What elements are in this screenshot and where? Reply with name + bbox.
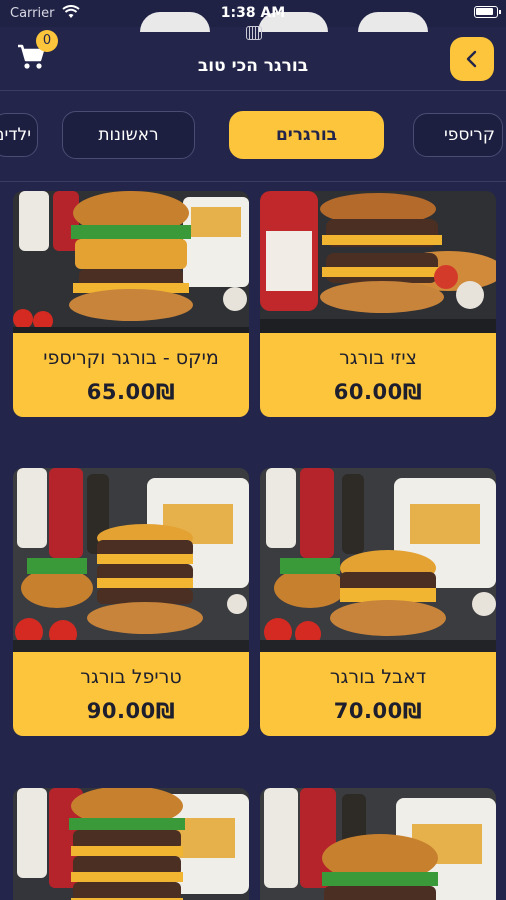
product-name: דאבל בורגר bbox=[329, 666, 427, 688]
product-price: 70.00₪ bbox=[333, 699, 423, 723]
product-card[interactable]: דאבל בורגר 70.00₪ bbox=[260, 468, 496, 736]
product-photo bbox=[13, 191, 249, 333]
product-name: טריפל בורגר bbox=[80, 666, 182, 688]
product-photo bbox=[260, 191, 496, 333]
product-photo bbox=[13, 788, 249, 900]
tab-label: ילדים bbox=[0, 125, 31, 145]
product-photo bbox=[13, 468, 249, 652]
product-photo bbox=[260, 788, 496, 900]
status-time: 1:38 AM bbox=[220, 5, 286, 21]
product-card[interactable]: ציזי בורגר 60.00₪ bbox=[260, 191, 496, 417]
tab-label: קריספי bbox=[444, 125, 495, 145]
product-card[interactable] bbox=[260, 788, 496, 900]
tab-label: ראשונות bbox=[98, 125, 159, 145]
tab-starters[interactable]: ראשונות bbox=[62, 111, 195, 159]
product-info: מיקס - בורגר וקריספי 65.00₪ bbox=[13, 333, 249, 417]
product-name: ציזי בורגר bbox=[339, 347, 417, 369]
chevron-left-icon bbox=[466, 50, 477, 68]
header: 0 בורגר הכי טוב bbox=[0, 27, 506, 91]
tab-burgers[interactable]: בורגרים bbox=[229, 111, 384, 159]
product-price: 65.00₪ bbox=[86, 380, 176, 404]
divider bbox=[0, 181, 506, 182]
status-bar: Carrier 1:38 AM bbox=[0, 0, 506, 32]
cart-count-badge: 0 bbox=[36, 30, 58, 52]
tab-kids[interactable]: ילדים bbox=[0, 113, 38, 157]
product-info: דאבל בורגר 70.00₪ bbox=[260, 652, 496, 736]
product-card[interactable]: מיקס - בורגר וקריספי 65.00₪ bbox=[13, 191, 249, 417]
product-price: 60.00₪ bbox=[333, 380, 423, 404]
tab-crispy[interactable]: קריספי bbox=[413, 113, 503, 157]
product-card[interactable]: טריפל בורגר 90.00₪ bbox=[13, 468, 249, 736]
product-photo bbox=[260, 468, 496, 652]
product-info: טריפל בורגר 90.00₪ bbox=[13, 652, 249, 736]
page-title: בורגר הכי טוב bbox=[197, 56, 309, 76]
tab-label: בורגרים bbox=[275, 125, 338, 145]
product-card[interactable] bbox=[13, 788, 249, 900]
product-info: ציזי בורגר 60.00₪ bbox=[260, 333, 496, 417]
back-button[interactable] bbox=[450, 37, 494, 81]
product-price: 90.00₪ bbox=[86, 699, 176, 723]
battery-icon bbox=[474, 6, 501, 18]
product-name: מיקס - בורגר וקריספי bbox=[43, 347, 219, 369]
